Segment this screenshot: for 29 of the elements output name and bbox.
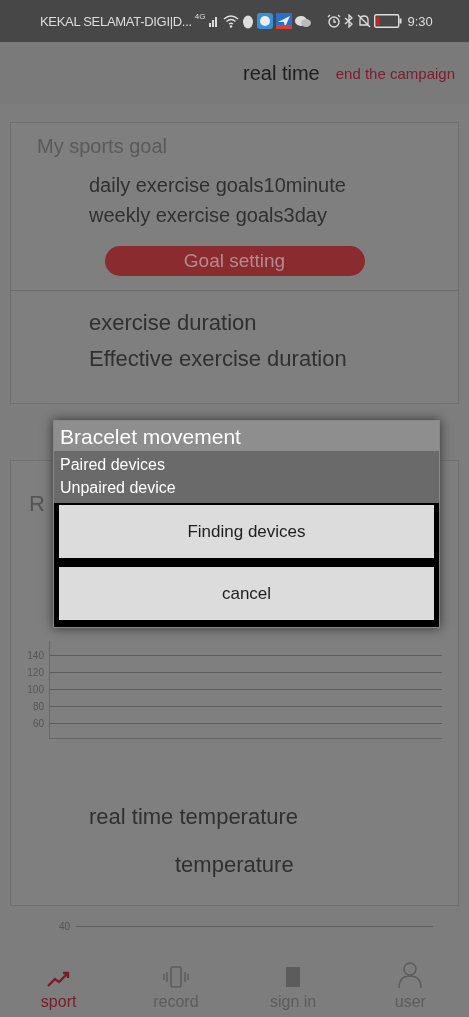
device-list-item[interactable]: Unpaired device (60, 476, 433, 499)
end-campaign-link[interactable]: end the campaign (335, 64, 455, 82)
goal-text: daily exercise goals10minute (88, 173, 347, 198)
chat-icon (295, 14, 312, 28)
page-title: real time (243, 61, 320, 85)
dialog-title: Bracelet movement (54, 421, 439, 451)
alarm-icon (327, 14, 342, 28)
dialog-button[interactable]: cancel (59, 567, 434, 620)
trend-icon (45, 969, 72, 989)
bell-muted-icon (357, 14, 372, 28)
wifi-icon (223, 14, 240, 28)
carrier-name: KEKAL SELAMAT-DIGI|D... (40, 13, 192, 29)
battery-icon (374, 14, 403, 28)
goal-text: weekly exercise goals3day (88, 203, 328, 228)
device-list-item[interactable]: Paired devices (60, 453, 433, 476)
dialog-button[interactable]: Finding devices (59, 505, 434, 558)
network-type: 4G (194, 12, 206, 21)
goal-setting-button[interactable]: Goal setting (104, 246, 365, 276)
clock-time: 9:30 (407, 13, 433, 29)
send-app-icon (276, 13, 293, 29)
user-icon (397, 961, 424, 989)
duration-label: Effective exercise duration (88, 345, 348, 373)
temperature-title: real time temperature (88, 803, 300, 831)
app-icon (257, 13, 274, 29)
phone-vibrate-icon (161, 965, 190, 989)
bluetooth-icon (344, 14, 355, 28)
nav-tab[interactable]: sport (0, 951, 118, 1017)
temperature-label: temperature (174, 851, 295, 879)
duration-label: exercise duration (88, 309, 258, 337)
